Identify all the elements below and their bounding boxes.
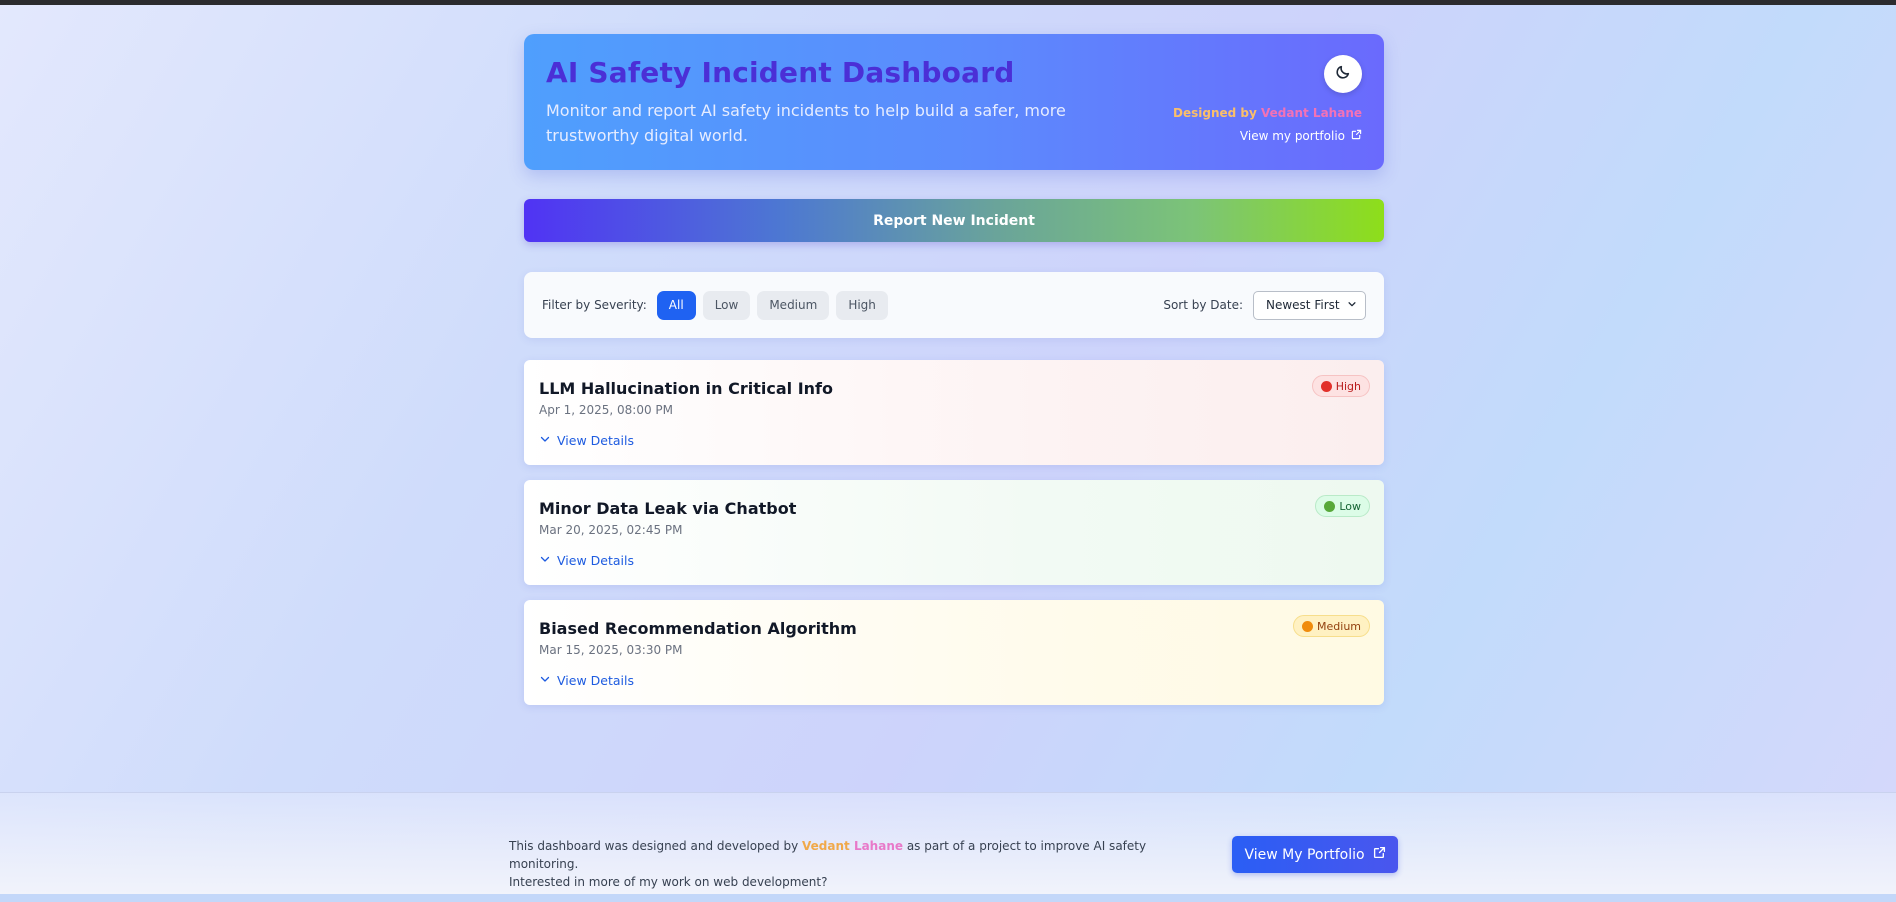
browser-top-edge bbox=[0, 0, 1896, 5]
footer-bottom-strip bbox=[0, 894, 1896, 902]
incident-title: LLM Hallucination in Critical Info bbox=[539, 379, 833, 398]
filter-all[interactable]: All bbox=[656, 290, 696, 320]
severity-badge: High bbox=[1311, 375, 1370, 397]
moon-icon bbox=[1335, 64, 1351, 84]
incident-date: Mar 15, 2025, 03:30 PM bbox=[539, 643, 683, 657]
chevron-down-icon bbox=[539, 433, 551, 448]
red-circle-icon bbox=[1320, 380, 1332, 392]
designer-name[interactable]: Vedant Lahane bbox=[1261, 106, 1362, 120]
incident-card: Biased Recommendation Algorithm Mar 15, … bbox=[524, 600, 1384, 705]
view-details-toggle[interactable]: View Details bbox=[539, 553, 634, 568]
filter-label: Filter by Severity: bbox=[542, 298, 647, 312]
view-details-toggle[interactable]: View Details bbox=[539, 433, 634, 448]
dashboard-header: AI Safety Incident Dashboard Monitor and… bbox=[524, 34, 1384, 170]
page-subtitle: Monitor and report AI safety incidents t… bbox=[546, 101, 1066, 145]
external-link-icon bbox=[1351, 129, 1362, 143]
green-circle-icon bbox=[1324, 500, 1336, 512]
filter-high[interactable]: High bbox=[836, 290, 888, 320]
severity-badge: Low bbox=[1315, 495, 1370, 517]
page-title: AI Safety Incident Dashboard bbox=[546, 56, 1015, 89]
sort-value: Newest First bbox=[1266, 298, 1340, 312]
incident-title: Biased Recommendation Algorithm bbox=[539, 619, 857, 638]
incident-title: Minor Data Leak via Chatbot bbox=[539, 499, 797, 518]
incident-card: LLM Hallucination in Critical Info Apr 1… bbox=[524, 360, 1384, 465]
chevron-down-icon bbox=[539, 553, 551, 568]
footer-text: This dashboard was designed and develope… bbox=[509, 839, 1147, 889]
page-footer: This dashboard was designed and develope… bbox=[0, 792, 1896, 894]
report-new-incident-button[interactable]: Report New Incident bbox=[524, 199, 1384, 242]
sort-label: Sort by Date: bbox=[1163, 298, 1243, 312]
filter-low[interactable]: Low bbox=[702, 290, 751, 320]
sort-select[interactable]: Newest First bbox=[1253, 290, 1366, 320]
filter-medium[interactable]: Medium bbox=[757, 290, 830, 320]
external-link-icon bbox=[1373, 846, 1386, 863]
filter-bar: Filter by Severity: All Low Medium High … bbox=[524, 272, 1384, 338]
footer-author-name[interactable]: Vedant Lahane bbox=[802, 839, 903, 853]
severity-badge: Medium bbox=[1293, 615, 1370, 637]
incident-card: Minor Data Leak via Chatbot Mar 20, 2025… bbox=[524, 480, 1384, 585]
incident-date: Mar 20, 2025, 02:45 PM bbox=[539, 523, 683, 537]
incident-date: Apr 1, 2025, 08:00 PM bbox=[539, 403, 673, 417]
chevron-down-icon bbox=[1347, 298, 1357, 312]
theme-toggle-button[interactable] bbox=[1324, 55, 1362, 93]
view-details-toggle[interactable]: View Details bbox=[539, 673, 634, 688]
designer-credit: Designed by Vedant Lahane bbox=[1173, 106, 1362, 120]
orange-circle-icon bbox=[1302, 620, 1314, 632]
chevron-down-icon bbox=[539, 673, 551, 688]
view-portfolio-button[interactable]: View My Portfolio bbox=[1232, 836, 1398, 873]
portfolio-link[interactable]: View my portfolio bbox=[1240, 129, 1362, 143]
